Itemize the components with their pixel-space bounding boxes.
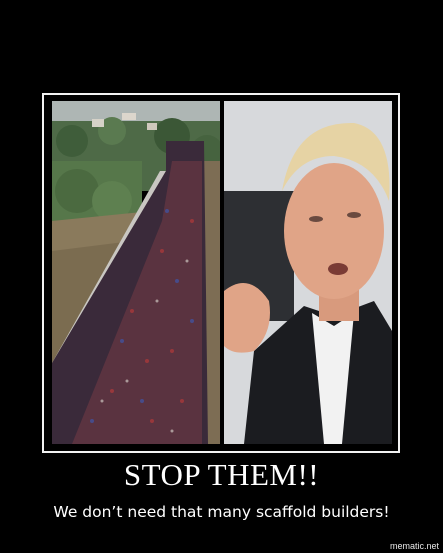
poster-title: STOP THEM!! [123,457,320,492]
poster-caption: We don’t need that many scaffold builder… [53,503,390,521]
watermark: mematic.net [389,541,439,551]
man-gesturing-photo [224,101,392,444]
poster-frame [42,93,400,453]
crowd-bridge-photo [52,101,220,444]
